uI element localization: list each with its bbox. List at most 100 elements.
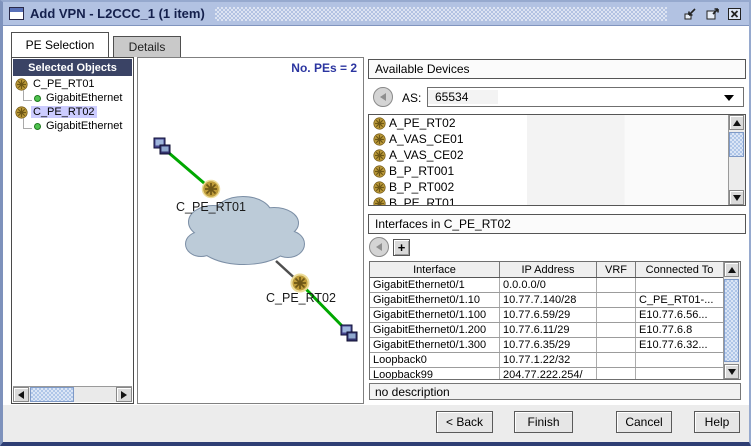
interfaces-table[interactable]: Interface IP Address VRF Connected To Gi… — [369, 261, 741, 380]
tab-pe-selection[interactable]: PE Selection — [11, 32, 109, 57]
pe1-node-label: C_PE_RT01 — [176, 200, 246, 214]
cell-vrf — [597, 293, 636, 307]
add-interface-button[interactable]: + — [393, 239, 410, 256]
router-icon — [373, 197, 386, 207]
cell-vrf — [597, 338, 636, 352]
cell-ip: 10.77.6.35/29 — [500, 338, 597, 352]
cell-connected — [636, 368, 723, 380]
cell-ip: 204.77.222.254/ — [500, 368, 597, 380]
column-connected-to[interactable]: Connected To — [636, 262, 723, 277]
as-label: AS: — [402, 91, 421, 105]
add-vpn-dialog: Add VPN - L2CCC_1 (1 item) PE Selection … — [0, 0, 751, 446]
cancel-button[interactable]: Cancel — [616, 411, 672, 433]
scroll-up-icon[interactable] — [729, 115, 744, 130]
interfaces-header: Interfaces in C_PE_RT02 — [368, 214, 746, 234]
cell-interface: GigabitEthernet0/1.100 — [370, 308, 500, 322]
cell-interface: GigabitEthernet0/1 — [370, 278, 500, 292]
tree-item-label: GigabitEthernet — [44, 120, 124, 132]
tree-item-pe1-interface[interactable]: GigabitEthernet — [12, 91, 133, 105]
cell-ip: 10.77.1.22/32 — [500, 353, 597, 367]
cell-vrf — [597, 323, 636, 337]
cell-ip: 10.77.6.11/29 — [500, 323, 597, 337]
scroll-up-icon[interactable] — [724, 262, 739, 277]
minimize-icon[interactable] — [682, 6, 699, 22]
selected-objects-header: Selected Objects — [13, 59, 132, 76]
column-vrf[interactable]: VRF — [597, 262, 636, 277]
device-label: A_VAS_CE01 — [389, 132, 464, 146]
available-devices-list[interactable]: A_PE_RT02 A_VAS_CE01 A_VAS_CE02 B_P_RT00… — [368, 114, 746, 206]
table-row[interactable]: GigabitEthernet0/1 0.0.0.0/0 — [370, 278, 723, 293]
device-list-item[interactable]: B_P_RT001 — [369, 163, 745, 179]
device-list-scrollbar[interactable] — [728, 115, 745, 205]
interfaces-table-scrollbar[interactable] — [723, 262, 740, 379]
device-label: B_P_RT002 — [389, 180, 454, 194]
pe2-router-icon[interactable] — [292, 275, 309, 292]
device-list-item[interactable]: B_PE_RT01 — [369, 195, 745, 206]
router-icon — [373, 133, 386, 146]
cell-connected — [636, 278, 723, 292]
scrollbar-thumb[interactable] — [30, 387, 74, 402]
cell-connected: C_PE_RT01-... — [636, 293, 723, 307]
ce-device-icon[interactable] — [341, 325, 357, 341]
cell-connected: E10.77.6.56... — [636, 308, 723, 322]
cell-connected — [636, 353, 723, 367]
pe1-router-icon[interactable] — [203, 181, 220, 198]
tree-item-label: GigabitEthernet — [44, 92, 124, 104]
table-row[interactable]: GigabitEthernet0/1.10 10.77.7.140/28 C_P… — [370, 293, 723, 308]
ce-device-icon[interactable] — [154, 138, 170, 154]
device-label: A_PE_RT02 — [389, 116, 456, 130]
maximize-icon[interactable] — [704, 6, 721, 22]
cell-vrf — [597, 368, 636, 380]
titlebar-texture — [215, 7, 667, 21]
cell-interface: GigabitEthernet0/1.200 — [370, 323, 500, 337]
table-row[interactable]: GigabitEthernet0/1.200 10.77.6.11/29 E10… — [370, 323, 723, 338]
scrollbar-thumb[interactable] — [724, 279, 739, 362]
window-icon — [9, 7, 24, 20]
table-row[interactable]: Loopback99 204.77.222.254/ — [370, 368, 723, 380]
cell-interface: GigabitEthernet0/1.10 — [370, 293, 500, 307]
titlebar[interactable]: Add VPN - L2CCC_1 (1 item) — [3, 2, 749, 26]
as-value: 65534 — [428, 90, 498, 104]
help-button[interactable]: Help — [694, 411, 740, 433]
cell-ip: 10.77.6.59/29 — [500, 308, 597, 322]
scroll-down-icon[interactable] — [724, 364, 739, 379]
table-row[interactable]: GigabitEthernet0/1.300 10.77.6.35/29 E10… — [370, 338, 723, 353]
table-row[interactable]: Loopback0 10.77.1.22/32 — [370, 353, 723, 368]
chevron-down-icon — [724, 95, 734, 101]
device-list-item[interactable]: A_VAS_CE01 — [369, 131, 745, 147]
tree-connector — [23, 118, 32, 129]
table-header-row[interactable]: Interface IP Address VRF Connected To — [370, 262, 740, 278]
window-title: Add VPN - L2CCC_1 (1 item) — [30, 6, 205, 21]
device-list-item[interactable]: B_P_RT002 — [369, 179, 745, 195]
tree-horizontal-scrollbar[interactable] — [13, 386, 132, 402]
cell-connected: E10.77.6.32... — [636, 338, 723, 352]
finish-button[interactable]: Finish — [514, 411, 573, 433]
scroll-right-icon[interactable] — [116, 387, 132, 402]
column-ip-address[interactable]: IP Address — [500, 262, 597, 277]
cell-vrf — [597, 278, 636, 292]
cell-interface: Loopback99 — [370, 368, 500, 380]
available-devices-header: Available Devices — [368, 59, 746, 79]
device-label: A_VAS_CE02 — [389, 148, 464, 162]
tab-details[interactable]: Details — [113, 36, 181, 57]
back-arrow-icon[interactable] — [369, 237, 389, 257]
tree-connector — [23, 90, 32, 101]
tree-item-pe2-interface[interactable]: GigabitEthernet — [12, 119, 133, 133]
scrollbar-thumb[interactable] — [729, 132, 744, 157]
device-list-item[interactable]: A_VAS_CE02 — [369, 147, 745, 163]
scroll-left-icon[interactable] — [13, 387, 29, 402]
column-interface[interactable]: Interface — [370, 262, 500, 277]
back-button[interactable]: < Back — [436, 411, 493, 433]
as-combobox[interactable]: 65534 — [427, 87, 744, 107]
table-row[interactable]: GigabitEthernet0/1.100 10.77.6.59/29 E10… — [370, 308, 723, 323]
interface-dot-icon — [34, 123, 41, 130]
pe2-node-label: C_PE_RT02 — [266, 291, 336, 305]
cell-interface: Loopback0 — [370, 353, 500, 367]
description-status-field: no description — [369, 383, 741, 400]
topology-canvas[interactable]: C_PE_RT01 C_PE_RT02 No. PEs = 2 — [137, 57, 364, 404]
device-list-item[interactable]: A_PE_RT02 — [369, 115, 745, 131]
tree-item-label-selected: C_PE_RT02 — [31, 106, 97, 118]
scroll-down-icon[interactable] — [729, 190, 744, 205]
back-arrow-icon[interactable] — [373, 87, 393, 107]
close-icon[interactable] — [726, 6, 743, 22]
